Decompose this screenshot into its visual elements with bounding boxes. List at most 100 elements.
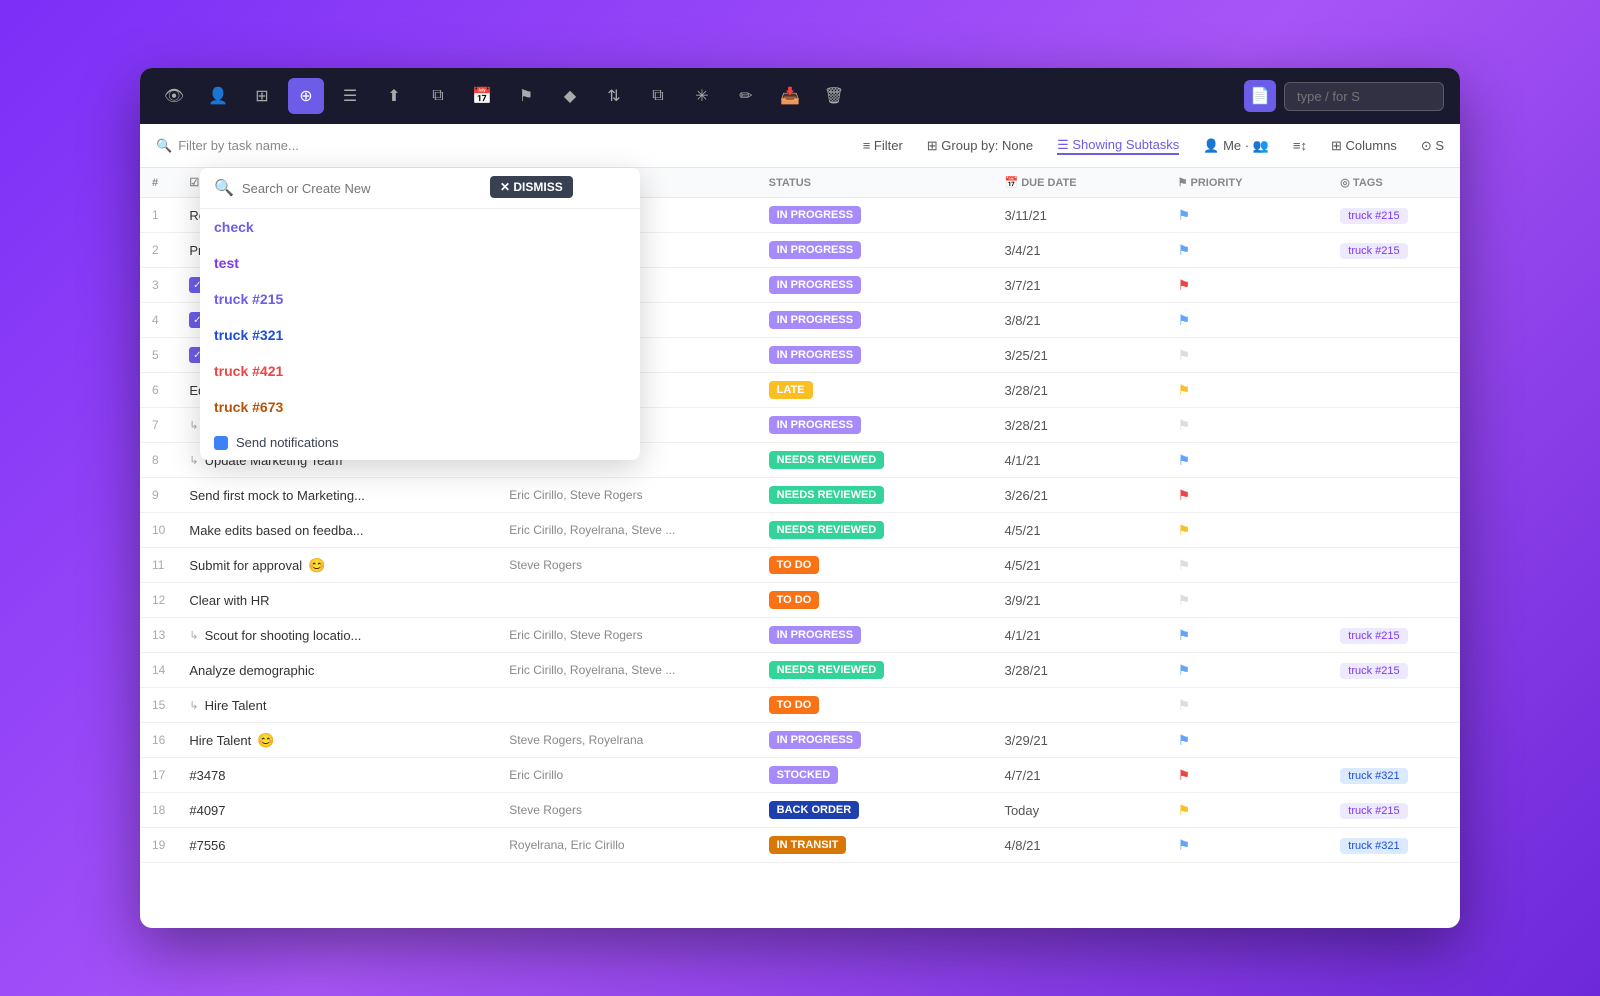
task-name-text: Submit for approval <box>189 558 302 573</box>
spacer-cell-2 <box>1131 688 1166 723</box>
calendar-icon[interactable]: 📅 <box>464 78 500 114</box>
priority-flag: ⚑ <box>1178 592 1191 608</box>
task-name-cell: Make edits based on feedba... <box>177 513 497 548</box>
flag-icon[interactable]: ⚑ <box>508 78 544 114</box>
priority-cell: ⚑ <box>1166 303 1294 338</box>
tags-cell <box>1328 303 1460 338</box>
table-row[interactable]: 19#7556Royelrana, Eric CirilloIN TRANSIT… <box>140 828 1460 863</box>
spacer-cell-3 <box>1294 723 1329 758</box>
dropdown-item-truck673[interactable]: truck #673 <box>200 389 640 425</box>
row-num: 5 <box>140 338 177 373</box>
spacer-cell <box>958 758 993 793</box>
tags-cell: truck #215 <box>1328 618 1460 653</box>
copy-icon[interactable]: ⧉ <box>420 78 456 114</box>
filter-button[interactable]: ≡ Filter <box>863 138 903 153</box>
table-row[interactable]: 11Submit for approval😊Steve RogersTO DO4… <box>140 548 1460 583</box>
dropdown-item-test[interactable]: test <box>200 245 640 281</box>
dropdown-item-truck421[interactable]: truck #421 <box>200 353 640 389</box>
col-status: STATUS <box>757 168 958 198</box>
sort-rows-button[interactable]: ≡↕ <box>1293 138 1307 153</box>
status-cell: NEEDS REVIEWED <box>757 653 958 688</box>
table-row[interactable]: 9Send first mock to Marketing...Eric Cir… <box>140 478 1460 513</box>
dropdown-item-truck215[interactable]: truck #215 <box>200 281 640 317</box>
status-cell: IN TRANSIT <box>757 828 958 863</box>
due-date-cell: 3/25/21 <box>992 338 1131 373</box>
spacer-cell <box>958 688 993 723</box>
task-name-text: Hire Talent <box>189 733 251 748</box>
subtask-icon: ↳ <box>189 454 198 467</box>
task-name-cell: Clear with HR <box>177 583 497 618</box>
export-icon[interactable]: ⬆ <box>376 78 412 114</box>
columns-button[interactable]: ⊞ Columns <box>1331 138 1397 154</box>
table-row[interactable]: 14Analyze demographicEric Cirillo, Royel… <box>140 653 1460 688</box>
task-name-cell: ↳Hire Talent <box>177 688 497 723</box>
inbox-icon[interactable]: 📥 <box>772 78 808 114</box>
sort-icon[interactable]: ⇅ <box>596 78 632 114</box>
spacer-cell-2 <box>1131 548 1166 583</box>
dropdown-item-check[interactable]: check <box>200 209 640 245</box>
priority-cell: ⚑ <box>1166 828 1294 863</box>
priority-flag: ⚑ <box>1178 487 1191 503</box>
table-row[interactable]: 18#4097Steve RogersBACK ORDERToday⚑truck… <box>140 793 1460 828</box>
grid-icon[interactable]: ⊞ <box>244 78 280 114</box>
col-due-spacer <box>1131 168 1166 198</box>
tags-cell: truck #215 <box>1328 653 1460 688</box>
priority-flag: ⚑ <box>1178 697 1191 713</box>
spacer-cell <box>958 408 993 443</box>
table-row[interactable]: 15↳Hire TalentTO DO⚑ <box>140 688 1460 723</box>
status-badge: IN PROGRESS <box>769 206 861 224</box>
task-name-text: Scout for shooting locatio... <box>205 628 362 643</box>
status-cell: TO DO <box>757 688 958 723</box>
tags-cell <box>1328 478 1460 513</box>
table-row[interactable]: 12Clear with HRTO DO3/9/21⚑ <box>140 583 1460 618</box>
priority-flag: ⚑ <box>1178 347 1191 363</box>
status-badge: IN PROGRESS <box>769 626 861 644</box>
subheader-controls: ≡ Filter ⊞ Group by: None ☰ Showing Subt… <box>863 137 1444 155</box>
duplicate-icon[interactable]: ⧉ <box>640 78 676 114</box>
tag-badge: truck #321 <box>1340 768 1407 784</box>
dropdown-search-area: 🔍 <box>200 168 640 209</box>
list-icon[interactable]: ☰ <box>332 78 368 114</box>
spacer-cell-3 <box>1294 513 1329 548</box>
priority-cell: ⚑ <box>1166 478 1294 513</box>
dropdown-item-truck321[interactable]: truck #321 <box>200 317 640 353</box>
me-button[interactable]: 👤 Me · 👥 <box>1203 138 1269 154</box>
status-cell: LATE <box>757 373 958 408</box>
edit-icon[interactable]: ✏ <box>728 78 764 114</box>
diamond-icon[interactable]: ◆ <box>552 78 588 114</box>
due-date-cell: 3/28/21 <box>992 408 1131 443</box>
tag-badge: truck #215 <box>1340 243 1407 259</box>
priority-flag: ⚑ <box>1178 627 1191 643</box>
spacer-cell <box>958 233 993 268</box>
asterisk-icon[interactable]: ✳ <box>684 78 720 114</box>
showing-subtasks-button[interactable]: ☰ Showing Subtasks <box>1057 137 1179 155</box>
table-row[interactable]: 17#3478Eric CirilloSTOCKED4/7/21⚑truck #… <box>140 758 1460 793</box>
tag-icon[interactable]: ⊕ <box>288 78 324 114</box>
due-date-cell: 3/29/21 <box>992 723 1131 758</box>
due-date-cell: 3/4/21 <box>992 233 1131 268</box>
app-window: 👁 👤 ⊞ ⊕ ☰ ⬆ ⧉ 📅 ⚑ ◆ ⇅ ⧉ ✳ ✏ 📥 🗑 📄 🔍 Filt… <box>140 68 1460 928</box>
spacer-cell-3 <box>1294 478 1329 513</box>
dismiss-button[interactable]: ✕ DISMISS <box>490 176 573 198</box>
toolbar-search-input[interactable] <box>1284 82 1444 111</box>
table-row[interactable]: 10Make edits based on feedba...Eric Ciri… <box>140 513 1460 548</box>
assignee-cell: Eric Cirillo, Royelrana, Steve ... <box>497 513 756 548</box>
status-cell: STOCKED <box>757 758 958 793</box>
person-icon[interactable]: 👤 <box>200 78 236 114</box>
tags-cell <box>1328 548 1460 583</box>
page-icon[interactable]: 📄 <box>1244 80 1276 112</box>
eye-icon[interactable]: 👁 <box>156 78 192 114</box>
priority-cell: ⚑ <box>1166 653 1294 688</box>
table-row[interactable]: 16Hire Talent😊Steve Rogers, RoyelranaIN … <box>140 723 1460 758</box>
row-num: 10 <box>140 513 177 548</box>
due-date-cell: Today <box>992 793 1131 828</box>
settings-button[interactable]: ⊙ S <box>1421 138 1444 154</box>
trash-icon[interactable]: 🗑 <box>816 78 852 114</box>
spacer-cell-2 <box>1131 583 1166 618</box>
table-row[interactable]: 13↳Scout for shooting locatio...Eric Cir… <box>140 618 1460 653</box>
row-num: 7 <box>140 408 177 443</box>
priority-cell: ⚑ <box>1166 688 1294 723</box>
dropdown-item-notifications[interactable]: Send notifications <box>200 425 640 460</box>
group-by-button[interactable]: ⊞ Group by: None <box>927 138 1033 154</box>
assignee-cell: Eric Cirillo, Steve Rogers <box>497 618 756 653</box>
